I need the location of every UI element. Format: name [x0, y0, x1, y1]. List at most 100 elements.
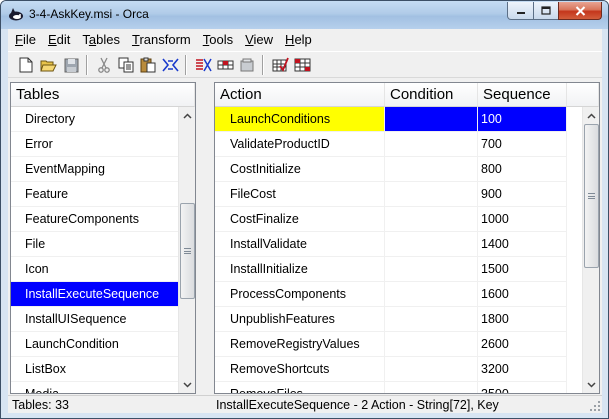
cell-action[interactable]: ValidateProductID — [215, 132, 385, 157]
client-area: File Edit Tables Transform Tools View Help — [8, 29, 602, 413]
tables-scroll-thumb[interactable] — [180, 203, 195, 299]
menu-item[interactable]: Tools — [197, 30, 239, 50]
table-list-item[interactable]: Feature — [11, 182, 178, 207]
table-list-item[interactable]: ListBox — [11, 357, 178, 382]
cell-sequence[interactable]: 3500 — [478, 382, 567, 393]
toolbar-separator — [86, 55, 88, 75]
title-bar[interactable]: 3-4-AskKey.msi - Orca — [1, 1, 608, 29]
status-column-info: InstallExecuteSequence - 2 Action - Stri… — [216, 398, 499, 412]
cell-sequence[interactable]: 1500 — [478, 257, 567, 282]
pane-splitter[interactable] — [198, 82, 212, 394]
cell-condition[interactable] — [385, 107, 478, 132]
properties-icon — [294, 58, 310, 72]
window-title: 3-4-AskKey.msi - Orca — [29, 7, 149, 21]
cell-sequence[interactable]: 2600 — [478, 332, 567, 357]
table-list-item[interactable]: InstallExecuteSequence — [11, 282, 178, 307]
menu-item-label: dit — [56, 32, 71, 47]
table-list-item[interactable]: Media — [11, 382, 178, 393]
toolbar-separator — [262, 55, 264, 75]
paste-button[interactable] — [138, 56, 158, 74]
maximize-icon — [541, 6, 551, 15]
cell-condition[interactable] — [385, 232, 478, 257]
cell-sequence[interactable]: 1600 — [478, 282, 567, 307]
minimize-button[interactable] — [507, 2, 534, 20]
table-list-item[interactable]: Icon — [11, 257, 178, 282]
menu-item[interactable]: File — [8, 30, 42, 50]
find-button[interactable] — [160, 56, 180, 74]
copy-button[interactable] — [116, 56, 136, 74]
cell-condition[interactable] — [385, 357, 478, 382]
menu-item[interactable]: Help — [279, 30, 318, 50]
scroll-down-arrow[interactable] — [179, 376, 195, 393]
rows-vertical-scrollbar[interactable] — [582, 107, 599, 393]
cell-action[interactable]: UnpublishFeatures — [215, 307, 385, 332]
menu-item[interactable]: Tables — [76, 30, 126, 50]
cell-action[interactable]: RemoveFiles — [215, 382, 385, 393]
cell-sequence[interactable]: 800 — [478, 157, 567, 182]
cell-action[interactable]: InstallValidate — [215, 232, 385, 257]
menu-item[interactable]: View — [239, 30, 279, 50]
rows-scroll-thumb[interactable] — [584, 124, 599, 268]
new-button[interactable] — [16, 56, 36, 74]
menu-item[interactable]: Transform — [126, 30, 197, 50]
save-icon — [64, 58, 78, 72]
grip-icon — [184, 248, 191, 254]
maximize-button[interactable] — [533, 2, 559, 20]
table-list-item[interactable]: Directory — [11, 107, 178, 132]
resize-grip-icon[interactable] — [589, 400, 601, 412]
cell-condition[interactable] — [385, 182, 478, 207]
tables-header[interactable]: Tables — [11, 83, 195, 107]
copy-icon — [118, 57, 134, 73]
menu-item-label: ile — [22, 32, 36, 47]
cell-action[interactable]: ProcessComponents — [215, 282, 385, 307]
cell-sequence[interactable]: 900 — [478, 182, 567, 207]
close-button[interactable] — [558, 2, 602, 20]
validate-button[interactable] — [270, 56, 290, 74]
cell-condition[interactable] — [385, 282, 478, 307]
cell-condition[interactable] — [385, 132, 478, 157]
menu-item[interactable]: Edit — [42, 30, 76, 50]
cell-sequence[interactable]: 100 — [478, 107, 567, 132]
cut-button[interactable] — [94, 56, 114, 74]
table-list-item[interactable]: Error — [11, 132, 178, 157]
cell-condition[interactable] — [385, 382, 478, 393]
cell-sequence[interactable]: 3200 — [478, 357, 567, 382]
scroll-down-arrow[interactable] — [583, 376, 599, 393]
cell-condition[interactable] — [385, 157, 478, 182]
rows-pane: Action Condition Sequence LaunchConditio… — [214, 82, 600, 394]
column-header-condition[interactable]: Condition — [385, 83, 478, 107]
cell-condition[interactable] — [385, 207, 478, 232]
cell-action[interactable]: CostInitialize — [215, 157, 385, 182]
tables-vertical-scrollbar[interactable] — [178, 107, 195, 393]
cell-sequence[interactable]: 1400 — [478, 232, 567, 257]
column-header-action[interactable]: Action — [215, 83, 385, 107]
chevron-up-icon — [183, 112, 192, 119]
table-list-item[interactable]: InstallUISequence — [11, 307, 178, 332]
cell-action[interactable]: InstallInitialize — [215, 257, 385, 282]
table-list-item[interactable]: EventMapping — [11, 157, 178, 182]
cell-sequence[interactable]: 1000 — [478, 207, 567, 232]
table-list-item[interactable]: File — [11, 232, 178, 257]
scroll-up-arrow[interactable] — [583, 107, 599, 124]
cell-condition[interactable] — [385, 332, 478, 357]
open-button[interactable] — [38, 56, 58, 74]
cell-action[interactable]: LaunchConditions — [215, 107, 385, 132]
add-row-button[interactable] — [215, 56, 235, 74]
chevron-down-icon — [587, 381, 596, 388]
cell-condition[interactable] — [385, 307, 478, 332]
properties-button[interactable] — [292, 56, 312, 74]
cell-action[interactable]: RemoveRegistryValues — [215, 332, 385, 357]
save-button[interactable] — [61, 56, 81, 74]
cell-sequence[interactable]: 1800 — [478, 307, 567, 332]
scroll-up-arrow[interactable] — [179, 107, 195, 124]
cell-action[interactable]: FileCost — [215, 182, 385, 207]
cell-sequence[interactable]: 700 — [478, 132, 567, 157]
cell-action[interactable]: RemoveShortcuts — [215, 357, 385, 382]
cell-condition[interactable] — [385, 257, 478, 282]
cell-action[interactable]: CostFinalize — [215, 207, 385, 232]
drop-table-button[interactable] — [237, 56, 257, 74]
table-list-item[interactable]: FeatureComponents — [11, 207, 178, 232]
column-header-sequence[interactable]: Sequence — [478, 83, 567, 107]
table-list-item[interactable]: LaunchCondition — [11, 332, 178, 357]
tables-button[interactable] — [193, 56, 213, 74]
